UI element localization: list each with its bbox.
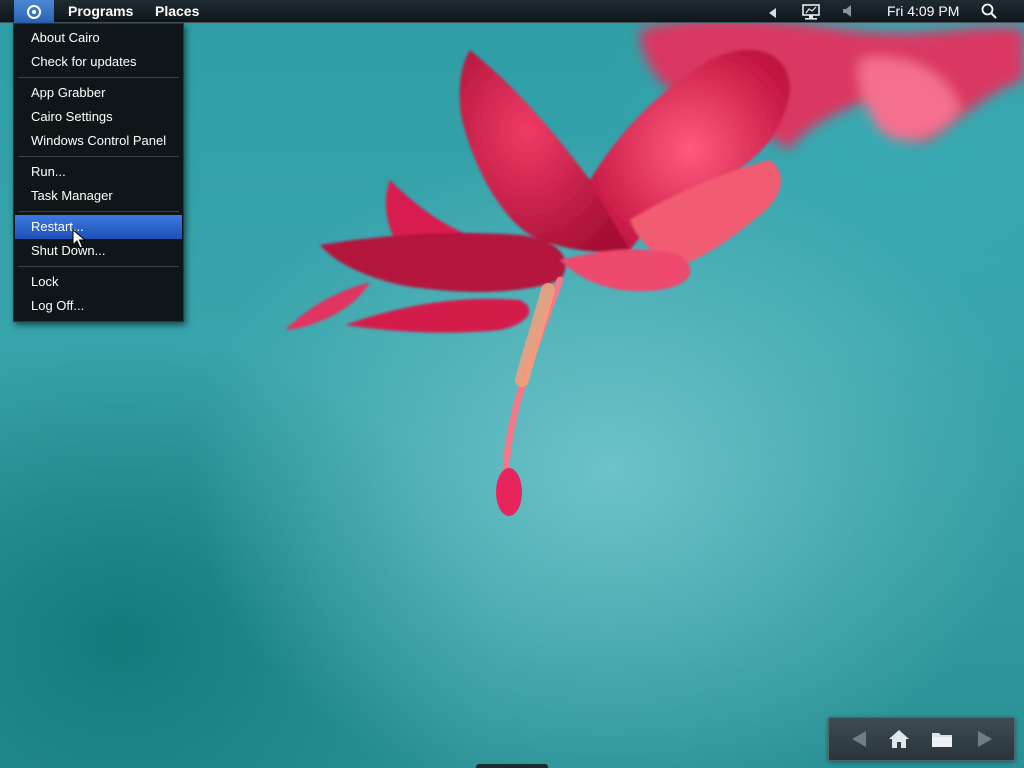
menu-separator — [18, 156, 179, 157]
menu-separator — [18, 211, 179, 212]
search-icon[interactable] — [981, 3, 997, 22]
menu-item-shut-down[interactable]: Shut Down... — [14, 239, 183, 263]
tray-expand-icon[interactable] — [769, 5, 777, 21]
menu-item-about-cairo[interactable]: About Cairo — [14, 26, 183, 50]
programs-menu[interactable]: Programs — [68, 3, 133, 19]
menu-item-windows-control-panel[interactable]: Windows Control Panel — [14, 129, 183, 153]
cairo-menu: About Cairo Check for updates App Grabbe… — [13, 23, 184, 322]
menu-item-run[interactable]: Run... — [14, 160, 183, 184]
bottom-edge-tab[interactable] — [476, 764, 548, 768]
forward-arrow-icon[interactable] — [975, 729, 995, 754]
cairo-start-icon — [27, 4, 41, 19]
clock[interactable]: Fri 4:09 PM — [887, 3, 959, 19]
network-icon[interactable] — [802, 4, 820, 23]
menu-item-log-off[interactable]: Log Off... — [14, 294, 183, 318]
volume-icon[interactable] — [842, 4, 854, 21]
menu-item-restart[interactable]: Restart... — [15, 215, 182, 239]
folder-icon[interactable] — [931, 729, 953, 754]
mouse-pointer-icon — [72, 229, 86, 249]
back-arrow-icon[interactable] — [849, 729, 869, 754]
menu-item-app-grabber[interactable]: App Grabber — [14, 81, 183, 105]
cairo-start-button[interactable] — [14, 0, 54, 23]
navigation-widget — [828, 717, 1015, 761]
menu-item-cairo-settings[interactable]: Cairo Settings — [14, 105, 183, 129]
menu-separator — [18, 77, 179, 78]
top-menu-bar: Programs Places Fri 4:09 PM — [0, 0, 1024, 23]
home-icon[interactable] — [888, 729, 910, 754]
menu-item-lock[interactable]: Lock — [14, 270, 183, 294]
menu-item-check-for-updates[interactable]: Check for updates — [14, 50, 183, 74]
menu-separator — [18, 266, 179, 267]
places-menu[interactable]: Places — [155, 3, 199, 19]
menu-item-task-manager[interactable]: Task Manager — [14, 184, 183, 208]
